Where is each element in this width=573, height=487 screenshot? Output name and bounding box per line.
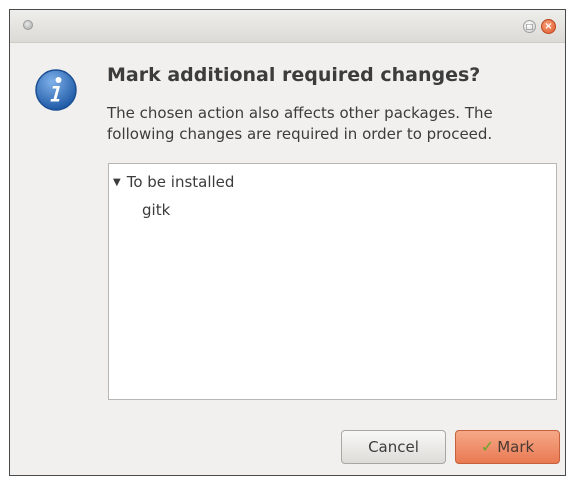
changes-tree[interactable]: ▼ To be installed gitk	[108, 163, 557, 400]
tree-group-to-be-installed[interactable]: ▼ To be installed	[113, 173, 234, 191]
mark-button-label: Mark	[497, 438, 535, 456]
info-icon	[35, 69, 77, 111]
cancel-button[interactable]: Cancel	[341, 430, 446, 464]
description-line: The chosen action also affects other pac…	[107, 104, 493, 122]
dialog-heading: Mark additional required changes?	[107, 64, 481, 86]
check-icon: ✓	[480, 437, 495, 456]
titlebar[interactable]: □ ×	[10, 10, 565, 43]
mark-button[interactable]: ✓ Mark	[455, 430, 560, 464]
dialog-window: □ × Mark additional required changes? Th…	[9, 9, 566, 476]
close-icon[interactable]: ×	[541, 19, 556, 34]
window-menu-icon[interactable]	[23, 20, 33, 30]
expander-down-icon[interactable]: ▼	[113, 177, 121, 188]
description-line: following changes are required in order …	[107, 125, 493, 143]
tree-group-label: To be installed	[126, 173, 235, 191]
tree-item-package[interactable]: gitk	[142, 201, 170, 219]
dialog-description: The chosen action also affects other pac…	[107, 103, 557, 145]
maximize-icon[interactable]: □	[523, 20, 536, 33]
